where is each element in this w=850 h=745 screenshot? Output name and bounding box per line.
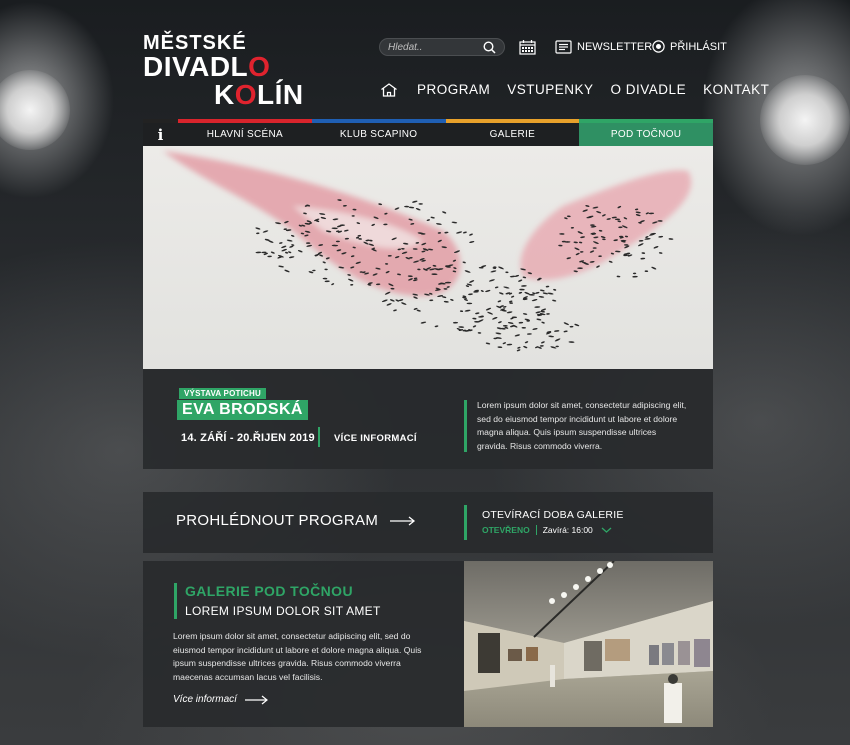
brush-mark [351, 215, 355, 217]
brush-mark [306, 242, 311, 244]
browse-program-link[interactable]: PROHLÉDNOUT PROGRAM [176, 512, 416, 529]
arrow-right-icon [244, 695, 268, 704]
nav-item-program[interactable]: PROGRAM [417, 82, 490, 97]
gallery-subtitle: LOREM IPSUM DOLOR SIT AMET [185, 604, 381, 618]
search-icon[interactable] [483, 41, 496, 54]
newsletter-icon [555, 40, 572, 54]
featured-exhibition: VÝSTAVA POTICHU EVA BRODSKÁ 14. ZÁŘÍ - 2… [143, 369, 713, 469]
nav-item-vstupenky[interactable]: VSTUPENKY [507, 82, 593, 97]
status-badge: OTEVŘENO [482, 525, 530, 535]
program-panel: PROHLÉDNOUT PROGRAM OTEVÍRACÍ DOBA GALER… [143, 492, 713, 553]
brush-mark [509, 302, 513, 304]
home-link[interactable] [380, 82, 398, 97]
gallery-title: GALERIE POD TOČNOU [185, 583, 353, 599]
newsletter-link[interactable]: NEWSLETTER [555, 40, 652, 54]
logo-line-1: MĚSTSKÉ [143, 32, 247, 54]
search-box [379, 38, 505, 56]
chevron-down-icon[interactable] [601, 527, 612, 533]
tab-klub-scapino[interactable]: KLUB SCAPINO [311, 119, 446, 146]
home-icon [381, 82, 397, 97]
nav-item-o-divadle[interactable]: O DIVADLE [611, 82, 687, 97]
login-link[interactable]: PŘIHLÁSIT [652, 40, 727, 53]
logo-line-2: DIVADLO [143, 53, 304, 81]
tab-hlavni-scena[interactable]: HLAVNÍ SCÉNA [178, 119, 312, 146]
user-icon [652, 40, 665, 53]
brush-mark [614, 218, 621, 221]
gallery-more-label: Více informací [173, 694, 237, 705]
gallery-photo [464, 561, 713, 727]
gallery-panel: GALERIE POD TOČNOU LOREM IPSUM DOLOR SIT… [143, 561, 464, 727]
accent-bar [464, 400, 467, 452]
divider [535, 525, 537, 535]
arrow-right-icon [390, 515, 416, 526]
accent-bar [464, 505, 467, 540]
logo-text-divadl: DIVADL [143, 51, 249, 82]
opening-status[interactable]: OTEVŘENO Zavírá: 16:00 [482, 525, 612, 535]
exhibition-dates: 14. ZÁŘÍ - 20.ŘIJEN 2019 [181, 432, 315, 444]
brush-mark [466, 302, 473, 305]
exhibition-artist: EVA BRODSKÁ [177, 400, 308, 420]
logo-text-lin: LÍN [257, 79, 304, 110]
exhibition-tag: VÝSTAVA POTICHU [179, 388, 266, 399]
spotlight-left [0, 70, 70, 150]
logo-red-o-2: O [234, 79, 258, 110]
opening-hours-title: OTEVÍRACÍ DOBA GALERIE [482, 509, 624, 521]
tab-pod-tocnou[interactable]: POD TOČNOU [579, 119, 713, 146]
login-label: PŘIHLÁSIT [670, 40, 727, 53]
newsletter-label: NEWSLETTER [577, 41, 653, 53]
browse-program-label: PROHLÉDNOUT PROGRAM [176, 512, 379, 529]
accent-bar [174, 583, 177, 619]
search-input[interactable] [388, 41, 478, 53]
more-info-link[interactable]: VÍCE INFORMACÍ [334, 433, 417, 444]
venue-tabs: i HLAVNÍ SCÉNA KLUB SCAPINO GALERIE POD … [143, 119, 713, 146]
logo-text-k: K [214, 79, 235, 110]
calendar-button[interactable] [519, 40, 541, 55]
nav-item-kontakt[interactable]: KONTAKT [703, 82, 769, 97]
logo-line-3: KOLÍN [214, 81, 304, 109]
info-button[interactable]: i [143, 119, 178, 146]
gallery-description: Lorem ipsum dolor sit amet, consectetur … [173, 631, 422, 682]
gallery-more-info-link[interactable]: Více informací [173, 694, 269, 705]
brush-mark [590, 224, 595, 226]
spotlight-right [760, 75, 850, 165]
hero-artwork-image [143, 146, 713, 369]
main-navigation: PROGRAM VSTUPENKY O DIVADLE KONTAKT [380, 82, 769, 97]
closing-time: Zavírá: 16:00 [542, 525, 593, 535]
divider [318, 427, 320, 447]
logo-red-o-1: O [248, 51, 271, 82]
calendar-icon [519, 40, 536, 55]
brush-mark [555, 345, 559, 348]
site-logo[interactable]: MĚSTSKÉ DIVADLO KOLÍN [143, 33, 304, 109]
tab-galerie[interactable]: GALERIE [445, 119, 580, 146]
brush-mark [418, 203, 423, 205]
exhibition-description: Lorem ipsum dolor sit amet, consectetur … [477, 400, 687, 451]
